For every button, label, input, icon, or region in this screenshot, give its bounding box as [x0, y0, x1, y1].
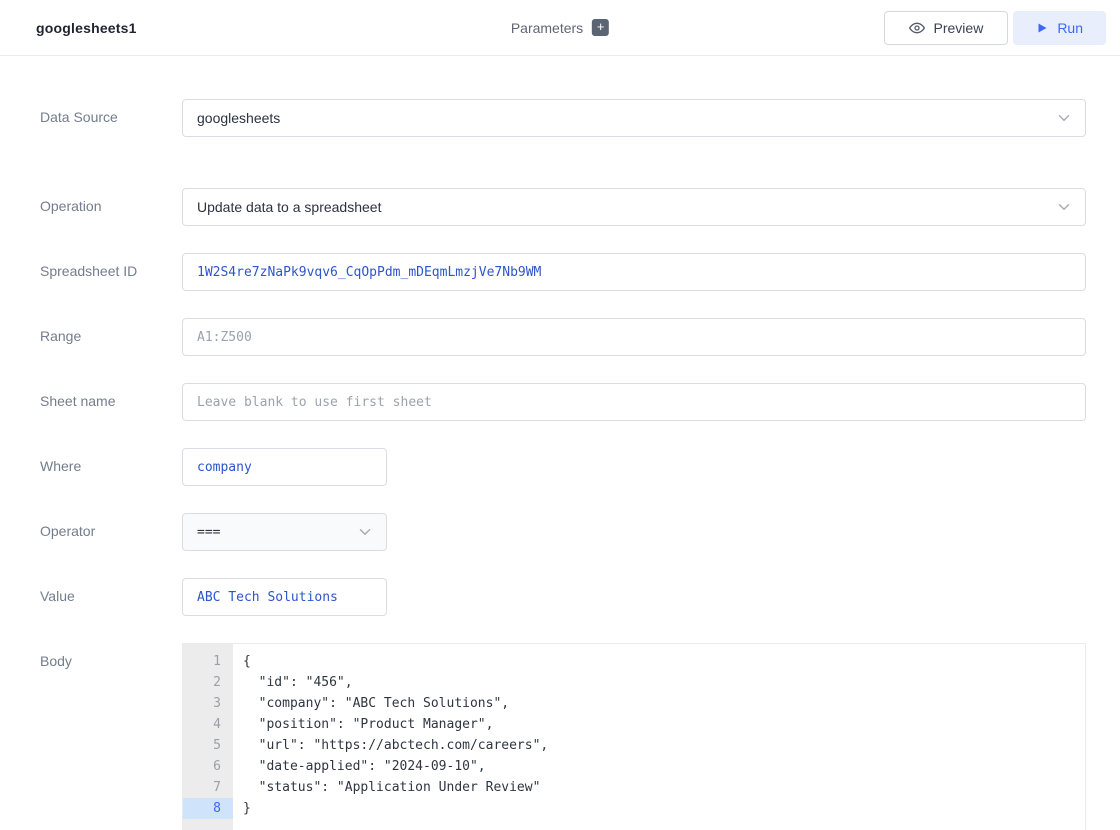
operation-select-value: Update data to a spreadsheet	[197, 199, 381, 215]
field-label: Data Source	[40, 99, 182, 137]
step-title: googlesheets1	[36, 20, 137, 36]
field-label: Where	[40, 448, 182, 486]
field-label: Value	[40, 578, 182, 616]
field-operation: Operation Update data to a spreadsheet	[40, 188, 1086, 226]
play-icon	[1036, 22, 1048, 34]
line-number: 1	[183, 651, 233, 672]
line-number: 2	[183, 672, 233, 693]
field-label: Body	[40, 643, 182, 830]
parameters-label: Parameters	[511, 20, 583, 36]
where-input[interactable]	[182, 448, 387, 486]
preview-button[interactable]: Preview	[884, 11, 1009, 45]
field-label: Range	[40, 318, 182, 356]
field-spreadsheet-id: Spreadsheet ID	[40, 253, 1086, 291]
line-number: 3	[183, 693, 233, 714]
line-number: 5	[183, 735, 233, 756]
spreadsheet-id-input[interactable]	[182, 253, 1086, 291]
run-button-label: Run	[1057, 20, 1083, 36]
header-actions: Preview Run	[884, 11, 1106, 45]
code-line[interactable]: "company": "ABC Tech Solutions",	[243, 693, 1085, 714]
field-value: Value	[40, 578, 1086, 616]
code-line[interactable]: "url": "https://abctech.com/careers",	[243, 735, 1085, 756]
line-number: 7	[183, 777, 233, 798]
data-source-select-value: googlesheets	[197, 110, 280, 126]
chevron-down-icon	[1055, 109, 1073, 127]
parameters-section: Parameters +	[511, 19, 609, 36]
operator-select-value: ===	[197, 525, 220, 540]
field-label: Sheet name	[40, 383, 182, 421]
run-button[interactable]: Run	[1013, 11, 1106, 45]
line-number: 6	[183, 756, 233, 777]
chevron-down-icon	[356, 523, 374, 541]
line-number: 8	[183, 798, 233, 819]
field-operator: Operator ===	[40, 513, 1086, 551]
line-number: 4	[183, 714, 233, 735]
code-line[interactable]: }	[243, 798, 1085, 819]
code-line[interactable]: "position": "Product Manager",	[243, 714, 1085, 735]
eye-icon	[909, 20, 925, 36]
chevron-down-icon	[1055, 198, 1073, 216]
preview-button-label: Preview	[934, 20, 984, 36]
code-line[interactable]: "status": "Application Under Review"	[243, 777, 1085, 798]
code-line[interactable]: "date-applied": "2024-09-10",	[243, 756, 1085, 777]
code-line[interactable]: {	[243, 651, 1085, 672]
field-range: Range	[40, 318, 1086, 356]
field-where: Where	[40, 448, 1086, 486]
range-input[interactable]	[182, 318, 1086, 356]
add-parameter-button[interactable]: +	[592, 19, 609, 36]
field-label: Spreadsheet ID	[40, 253, 182, 291]
body-code-editor[interactable]: 12345678 { "id": "456", "company": "ABC …	[182, 643, 1086, 830]
operator-select[interactable]: ===	[182, 513, 387, 551]
field-data-source: Data Source googlesheets	[40, 99, 1086, 137]
code-line[interactable]: "id": "456",	[243, 672, 1085, 693]
sheet-name-input[interactable]	[182, 383, 1086, 421]
code-lines[interactable]: { "id": "456", "company": "ABC Tech Solu…	[233, 644, 1085, 830]
data-source-select[interactable]: googlesheets	[182, 99, 1086, 137]
field-label: Operation	[40, 188, 182, 226]
operation-select[interactable]: Update data to a spreadsheet	[182, 188, 1086, 226]
step-header: googlesheets1 Parameters + Preview Run	[0, 0, 1120, 56]
field-body: Body 12345678 { "id": "456", "company": …	[40, 643, 1086, 830]
field-label: Operator	[40, 513, 182, 551]
field-sheet-name: Sheet name	[40, 383, 1086, 421]
value-input[interactable]	[182, 578, 387, 616]
code-gutter: 12345678	[183, 644, 233, 830]
parameters-form: Data Source googlesheets Operation Updat…	[0, 56, 1120, 830]
